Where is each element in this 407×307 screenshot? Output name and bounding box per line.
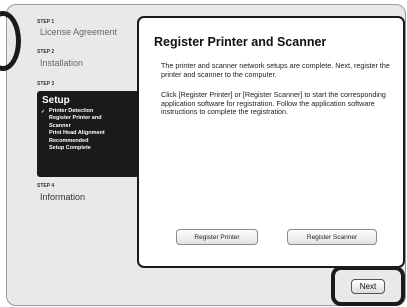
step-2-label: STEP 2 <box>37 49 55 55</box>
setup-substeps: Printer Detection Register Printer and S… <box>49 108 139 152</box>
step-3-active-panel: Setup ✓ Printer Detection Register Print… <box>37 91 141 177</box>
substep-print-head-alignment: Print Head Alignment <box>49 130 105 137</box>
next-button-highlight: Next <box>331 266 405 306</box>
substep-register-printer: Register Printer and <box>49 115 102 122</box>
main-panel: Register Printer and Scanner The printer… <box>137 16 405 268</box>
installer-window: STEP 1 License Agreement STEP 2 Installa… <box>0 4 406 306</box>
step-3-title: Setup <box>42 95 70 106</box>
substep-recommended: Recommended <box>49 137 89 144</box>
step-1-title: License Agreement <box>40 27 118 37</box>
next-button[interactable]: Next <box>351 278 385 294</box>
register-scanner-button[interactable]: Register Scanner <box>287 229 377 245</box>
step-1-label: STEP 1 <box>37 19 55 25</box>
register-printer-button[interactable]: Register Printer <box>176 229 258 245</box>
steps-sidebar: STEP 1 License Agreement STEP 2 Installa… <box>29 17 141 257</box>
intro-text: The printer and scanner network setups a… <box>161 61 390 79</box>
step-4-title: Information <box>40 192 86 202</box>
step-3-label: STEP 3 <box>37 81 55 87</box>
callout-highlight-left <box>0 11 21 71</box>
substep-setup-complete: Setup Complete <box>49 145 91 152</box>
step-4-label: STEP 4 <box>37 183 55 189</box>
check-icon: ✓ <box>41 109 46 115</box>
substep-register-scanner: Scanner <box>49 122 71 129</box>
instructions-text: Click [Register Printer] or [Register Sc… <box>161 90 386 117</box>
page-title: Register Printer and Scanner <box>154 35 327 49</box>
step-2-title: Installation <box>40 58 84 68</box>
substep-printer-detection: Printer Detection <box>49 108 94 114</box>
